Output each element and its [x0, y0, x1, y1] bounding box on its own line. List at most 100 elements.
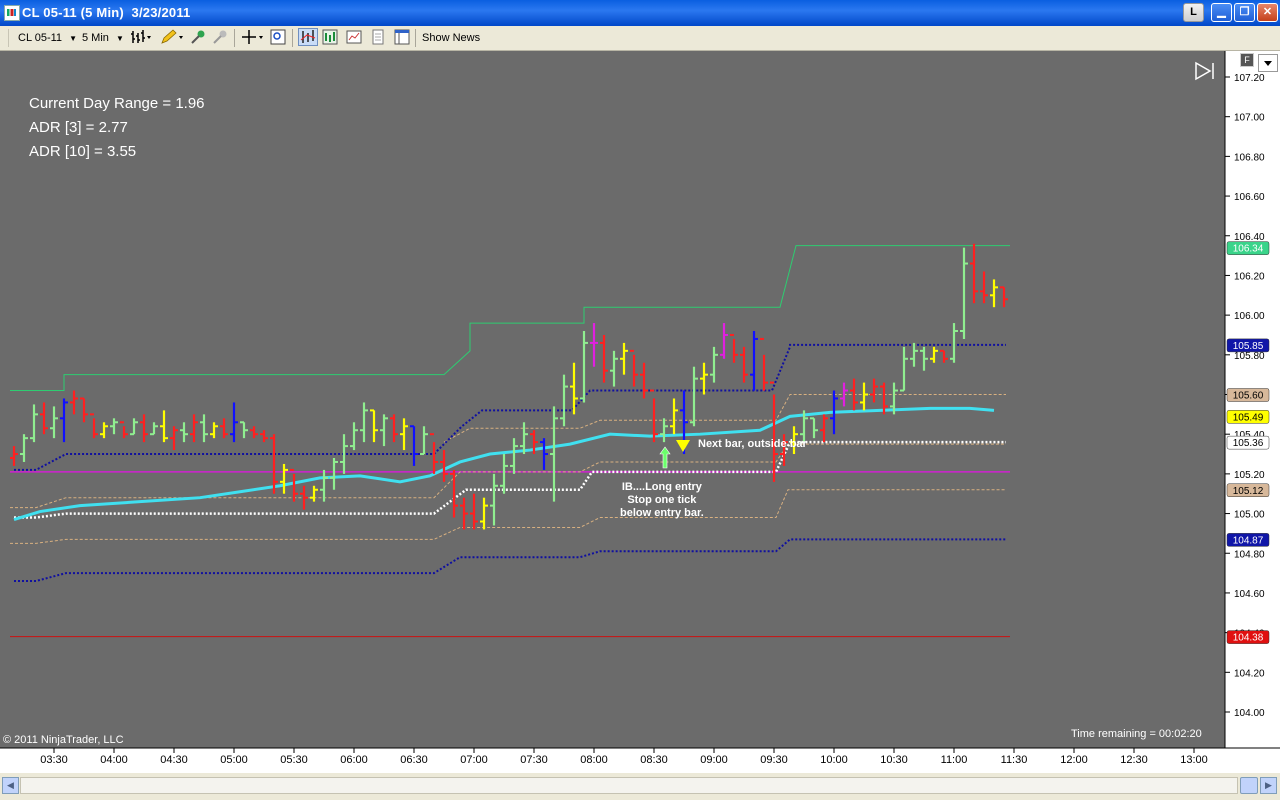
price-bar	[970, 243, 978, 304]
price-bar	[40, 402, 48, 435]
interval-selector[interactable]: 5 Min ▼	[82, 30, 124, 46]
crosshair-icon[interactable]	[241, 29, 265, 45]
adr-10: ADR [10] = 3.55	[29, 143, 137, 160]
price-bar	[470, 493, 478, 530]
time-tick-label: 03:30	[40, 754, 68, 766]
close-button[interactable]: ✕	[1257, 3, 1278, 22]
time-axis[interactable]: 03:30 04:00 04:30 05:00 05:30 06:00 06:30 07:00…	[0, 747, 1280, 773]
indicators-icon[interactable]	[298, 28, 318, 46]
price-bar	[920, 346, 928, 371]
price-bar	[820, 414, 828, 443]
price-bar	[870, 378, 878, 403]
price-bar	[910, 342, 918, 367]
upper-range-line	[443, 394, 1006, 443]
price-bar	[710, 346, 718, 383]
price-bar	[440, 450, 448, 482]
skip-to-end-icon[interactable]	[1195, 61, 1214, 81]
price-chart[interactable]: 107.20 107.00 106.80 106.60 106.40 106.20 106.…	[0, 51, 1280, 773]
price-marker-label: 104.87	[1233, 535, 1264, 546]
price-bar	[620, 342, 628, 375]
chart-properties-icon[interactable]	[346, 29, 362, 45]
bar-type-icon[interactable]	[130, 29, 152, 45]
time-tick-label: 06:00	[340, 754, 368, 766]
price-tick-label: 105.20	[1234, 470, 1265, 481]
scroll-thumb[interactable]	[1240, 777, 1258, 794]
price-tick-label: 106.80	[1234, 152, 1265, 163]
app-icon	[4, 5, 20, 21]
price-bar	[380, 414, 388, 447]
price-bar	[500, 454, 508, 494]
price-bar	[900, 346, 908, 392]
price-chart-panel[interactable]: 107.20 107.00 106.80 106.60 106.40 106.20 106.…	[0, 51, 1280, 773]
time-tick-label: 09:30	[760, 754, 788, 766]
horizontal-scrollbar[interactable]: ◀ ▶	[0, 773, 1280, 800]
price-bar	[140, 414, 148, 443]
price-bar	[640, 362, 648, 399]
instrument-selector[interactable]: CL 05-11 ▼	[18, 30, 77, 46]
price-bar	[260, 430, 268, 443]
zoom-out-tool-icon[interactable]	[212, 29, 228, 45]
link-button[interactable]: L	[1183, 3, 1204, 22]
time-tick-label: 10:00	[820, 754, 848, 766]
scroll-left-button[interactable]: ◀	[2, 777, 19, 794]
f-tag[interactable]: F	[1240, 53, 1254, 67]
price-bar	[940, 349, 948, 363]
price-axis[interactable]: 107.20 107.00 106.80 106.60 106.40 106.20 106.…	[1224, 51, 1280, 748]
data-box-icon[interactable]	[270, 29, 286, 45]
drawing-tool-icon[interactable]	[160, 29, 184, 45]
time-tick-label: 11:30	[1001, 754, 1028, 766]
chart-menu-dropdown[interactable]	[1258, 54, 1278, 72]
price-tick-label: 105.80	[1234, 351, 1265, 362]
price-bar	[330, 458, 338, 490]
chart-template-icon[interactable]	[370, 29, 386, 45]
show-news-button[interactable]: Show News	[422, 30, 480, 46]
price-bar	[130, 418, 138, 436]
price-bar	[750, 331, 758, 391]
time-tick-label: 12:00	[1060, 754, 1088, 766]
price-bar	[720, 323, 728, 359]
price-bar	[860, 382, 868, 411]
time-tick-label: 04:30	[160, 754, 188, 766]
price-bar	[400, 418, 408, 451]
maximize-button[interactable]: ❐	[1234, 3, 1255, 22]
annotation-entry: IB....Long entry Stop one tick below ent…	[620, 481, 704, 520]
price-marker-label: 105.36	[1233, 438, 1264, 449]
price-tick-label: 104.60	[1234, 589, 1265, 600]
strategies-icon[interactable]	[322, 29, 338, 45]
time-tick-label: 07:30	[520, 754, 548, 766]
price-bar	[170, 426, 178, 451]
price-bar	[180, 422, 188, 443]
price-bar	[1000, 286, 1008, 308]
price-bar	[60, 398, 68, 443]
zoom-in-tool-icon[interactable]	[190, 29, 206, 45]
arrow-right-icon: ▶	[1265, 780, 1272, 790]
price-bar	[510, 438, 518, 474]
price-bar	[460, 497, 468, 530]
price-bar	[560, 374, 568, 427]
price-bar	[540, 438, 548, 470]
price-bar	[160, 410, 168, 443]
time-tick-label: 13:00	[1180, 754, 1208, 766]
chevron-down-icon: ▼	[115, 34, 124, 43]
price-bar	[410, 425, 418, 466]
minimize-icon: ▁	[1217, 6, 1226, 18]
price-bar	[90, 413, 98, 439]
scroll-track[interactable]	[20, 777, 1238, 794]
price-bar	[610, 350, 618, 387]
price-bar	[950, 323, 958, 363]
instrument-label: CL 05-11	[18, 32, 63, 44]
price-marker-label: 104.38	[1233, 633, 1264, 644]
price-marker-label: 105.49	[1233, 412, 1264, 423]
price-bar	[590, 323, 598, 367]
scroll-right-button[interactable]: ▶	[1260, 777, 1277, 794]
price-bar	[490, 473, 498, 526]
price-bar	[240, 421, 248, 439]
price-bar	[480, 497, 488, 530]
price-tick-label: 106.40	[1234, 232, 1265, 243]
window-layout-icon[interactable]	[394, 29, 410, 45]
close-icon: ✕	[1262, 6, 1273, 18]
price-tick-label: 104.80	[1234, 549, 1265, 560]
price-tick-label: 106.00	[1234, 311, 1265, 322]
day-high-line	[10, 245, 1010, 392]
minimize-button[interactable]: ▁	[1211, 3, 1232, 22]
